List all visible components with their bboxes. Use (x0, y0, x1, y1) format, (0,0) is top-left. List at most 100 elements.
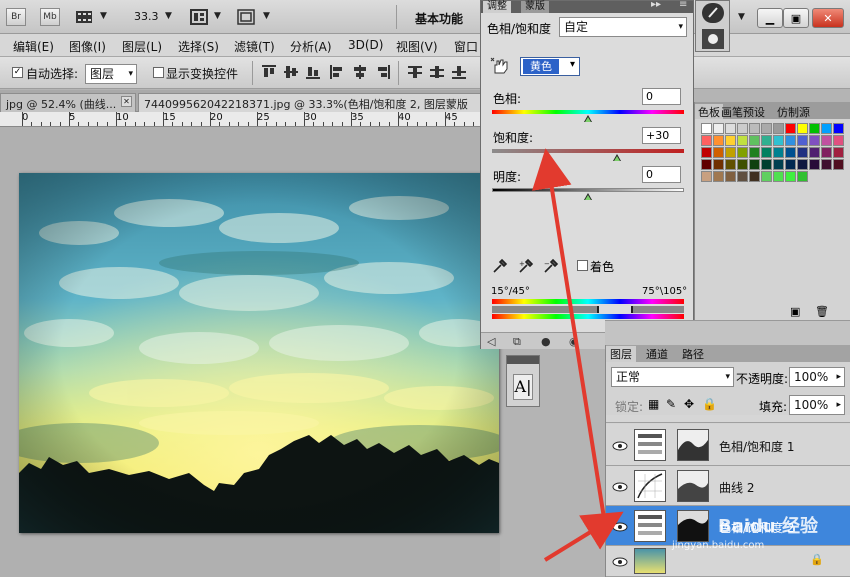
swatch-color[interactable] (785, 159, 796, 170)
range-slider[interactable] (492, 306, 684, 313)
preset-dropdown[interactable]: 自定 ▾ (559, 17, 687, 37)
menu-image[interactable]: 图像(I) (69, 38, 106, 55)
delete-swatch-icon[interactable]: 🗑 (815, 305, 829, 318)
swatch-color[interactable] (797, 159, 808, 170)
swatch-color[interactable] (797, 123, 808, 134)
swatch-color[interactable] (725, 123, 736, 134)
swatch-color[interactable] (701, 171, 712, 182)
swatch-color[interactable] (725, 171, 736, 182)
swatch-color[interactable] (749, 159, 760, 170)
swatch-color[interactable] (713, 171, 724, 182)
swatch-color[interactable] (821, 147, 832, 158)
auto-select-checkbox[interactable]: ✓ (12, 67, 23, 78)
swatch-color[interactable] (737, 171, 748, 182)
swatch-color[interactable] (785, 135, 796, 146)
minimize-button[interactable]: ▁ (757, 8, 783, 28)
swatch-color[interactable] (701, 135, 712, 146)
swatch-color[interactable] (749, 135, 760, 146)
chevron-down-icon[interactable]: ▼ (100, 11, 107, 21)
visibility-icon[interactable]: ◉ (569, 335, 579, 348)
layer-row[interactable]: 色相/饱和度 1 (606, 424, 850, 466)
swatch-color[interactable] (773, 171, 784, 182)
close-button[interactable]: ✕ (812, 8, 844, 28)
swatch-color[interactable] (761, 159, 772, 170)
panel-menu-icon[interactable]: ≡ (679, 0, 687, 10)
zoom-chevron-down-icon[interactable]: ▼ (165, 11, 172, 21)
lightness-slider-thumb[interactable] (584, 193, 592, 200)
swatch-color[interactable] (749, 123, 760, 134)
swatch-color[interactable] (713, 147, 724, 158)
swatch-color[interactable] (713, 123, 724, 134)
saturation-slider-track[interactable] (492, 149, 684, 153)
arrange-chevron-down-icon[interactable]: ▼ (214, 11, 221, 21)
swatch-color[interactable] (713, 159, 724, 170)
lock-transparent-icon[interactable]: ▦ (648, 397, 659, 411)
show-transform-checkbox[interactable] (153, 67, 164, 78)
swatch-color[interactable] (737, 159, 748, 170)
swatch-color[interactable] (761, 135, 772, 146)
swatch-color[interactable] (833, 123, 844, 134)
saturation-field[interactable]: +30 (642, 127, 681, 144)
swatch-color[interactable] (701, 159, 712, 170)
swatch-color[interactable] (809, 159, 820, 170)
swatch-color[interactable] (725, 159, 736, 170)
restore-button[interactable]: ▣ (783, 8, 809, 28)
back-arrow-icon[interactable]: ◁ (487, 335, 495, 348)
mask-thumbnail[interactable] (677, 510, 709, 542)
swatch-color[interactable] (797, 147, 808, 158)
align-bottom-icon[interactable] (306, 65, 320, 79)
tab-clone-source[interactable]: 仿制源 (774, 104, 813, 119)
swatch-color[interactable] (821, 123, 832, 134)
menu-filter[interactable]: 滤镜(T) (234, 38, 275, 55)
swatch-color[interactable] (701, 123, 712, 134)
lightness-field[interactable]: 0 (642, 166, 681, 183)
menu-analysis[interactable]: 分析(A) (290, 38, 332, 55)
eye-icon[interactable] (612, 556, 628, 567)
swatch-color[interactable] (737, 123, 748, 134)
eyedropper-add-icon[interactable]: + (518, 258, 534, 274)
swatch-color[interactable] (761, 147, 772, 158)
bridge-button[interactable]: Br (6, 8, 26, 26)
swatch-color[interactable] (737, 147, 748, 158)
swatch-color[interactable] (797, 135, 808, 146)
swatch-color[interactable] (821, 135, 832, 146)
new-swatch-icon[interactable]: ▣ (790, 305, 800, 318)
swatch-color[interactable] (809, 147, 820, 158)
mask-thumbnail[interactable] (677, 470, 709, 502)
align-right-icon[interactable] (376, 65, 390, 79)
distribute-vcenter-icon[interactable] (430, 65, 444, 79)
mini-bridge-button[interactable]: Mb (40, 8, 60, 26)
swatch-color[interactable] (833, 159, 844, 170)
document-tab-2[interactable]: 744099562042218371.jpg @ 33.3%(色相/饱和度 2,… (138, 93, 500, 112)
menu-layer[interactable]: 图层(L) (122, 38, 162, 55)
collapse-icon[interactable]: ▸▸ (651, 0, 661, 10)
swatch-color[interactable] (761, 123, 772, 134)
eyedropper-icon[interactable] (492, 258, 508, 274)
screen-mode-chevron-down-icon[interactable]: ▼ (263, 11, 270, 21)
swatch-color[interactable] (785, 171, 796, 182)
character-panel-icon[interactable]: A| (513, 374, 533, 400)
menu-view[interactable]: 视图(V) (396, 38, 438, 55)
opacity-field[interactable]: 100% ▸ (789, 367, 845, 387)
swatch-color[interactable] (833, 135, 844, 146)
swatch-color[interactable] (761, 171, 772, 182)
align-vcenter-icon[interactable] (284, 65, 298, 79)
quick-mask-icon[interactable] (702, 29, 724, 49)
close-tab-icon[interactable]: ✕ (121, 96, 132, 107)
distribute-top-icon[interactable] (408, 65, 422, 79)
align-left-icon[interactable] (330, 65, 344, 79)
hue-slider-thumb[interactable] (584, 115, 592, 122)
fill-field[interactable]: 100% ▸ (789, 395, 845, 415)
colorize-checkbox[interactable] (577, 260, 588, 271)
tab-adjustments[interactable]: 调整 (483, 1, 511, 13)
menu-3d[interactable]: 3D(D) (348, 38, 383, 52)
swatch-color[interactable] (701, 147, 712, 158)
swatch-color[interactable] (713, 135, 724, 146)
swatch-color[interactable] (821, 159, 832, 170)
swatch-color[interactable] (797, 171, 808, 182)
lightness-slider-track[interactable] (492, 188, 684, 192)
lock-position-icon[interactable]: ✥ (684, 397, 694, 411)
tool-chevron-down-icon[interactable]: ▼ (738, 12, 745, 22)
auto-select-dropdown[interactable]: 图层 ▾ (85, 64, 137, 84)
swatch-color[interactable] (725, 135, 736, 146)
